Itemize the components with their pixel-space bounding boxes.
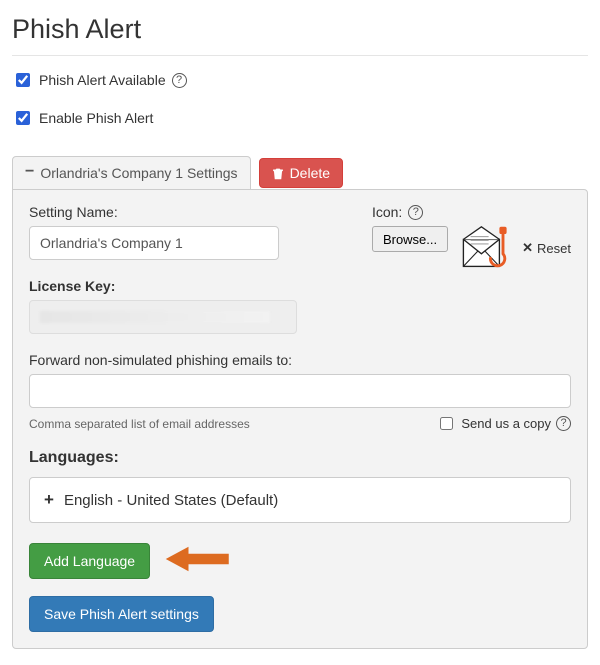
language-item[interactable]: + English - United States (Default) xyxy=(29,477,571,523)
page-title: Phish Alert xyxy=(12,14,588,45)
icon-label: Icon: ? xyxy=(372,204,571,220)
send-us-copy-label: Send us a copy xyxy=(461,416,551,431)
add-language-button[interactable]: Add Language xyxy=(29,543,150,579)
forward-label: Forward non-simulated phishing emails to… xyxy=(29,352,571,368)
divider xyxy=(12,55,588,56)
enable-phish-alert-checkbox[interactable] xyxy=(16,111,30,125)
languages-heading: Languages: xyxy=(29,449,571,467)
phish-alert-available-label: Phish Alert Available xyxy=(39,72,166,88)
close-icon: ✕ xyxy=(522,240,533,256)
settings-panel: Setting Name: License Key: Icon: ? Brows… xyxy=(12,189,588,649)
delete-button-label: Delete xyxy=(290,165,330,181)
plus-icon: + xyxy=(44,490,54,510)
enable-phish-alert-label: Enable Phish Alert xyxy=(39,110,153,126)
phish-alert-available-checkbox[interactable] xyxy=(16,73,30,87)
reset-label: Reset xyxy=(537,241,571,256)
envelope-hook-icon xyxy=(458,226,512,281)
help-icon[interactable]: ? xyxy=(408,205,423,220)
help-icon[interactable]: ? xyxy=(172,73,187,88)
license-key-label: License Key: xyxy=(29,278,350,294)
delete-button[interactable]: Delete xyxy=(259,158,343,188)
save-settings-button[interactable]: Save Phish Alert settings xyxy=(29,596,214,632)
setting-name-input[interactable] xyxy=(29,226,279,260)
help-icon[interactable]: ? xyxy=(556,416,571,431)
reset-button[interactable]: ✕ Reset xyxy=(522,240,571,256)
send-us-copy-checkbox[interactable] xyxy=(440,417,453,430)
settings-tab-label: Orlandria's Company 1 Settings xyxy=(40,165,237,181)
arrow-icon xyxy=(164,539,234,582)
settings-tab[interactable]: − Orlandria's Company 1 Settings xyxy=(12,156,251,190)
trash-icon xyxy=(272,167,284,180)
browse-button[interactable]: Browse... xyxy=(372,226,448,252)
minus-icon: − xyxy=(25,163,34,181)
forward-emails-input[interactable] xyxy=(29,374,571,408)
setting-name-label: Setting Name: xyxy=(29,204,350,220)
forward-hint: Comma separated list of email addresses xyxy=(29,417,250,431)
language-item-label: English - United States (Default) xyxy=(64,492,278,509)
license-key-field xyxy=(29,300,297,334)
